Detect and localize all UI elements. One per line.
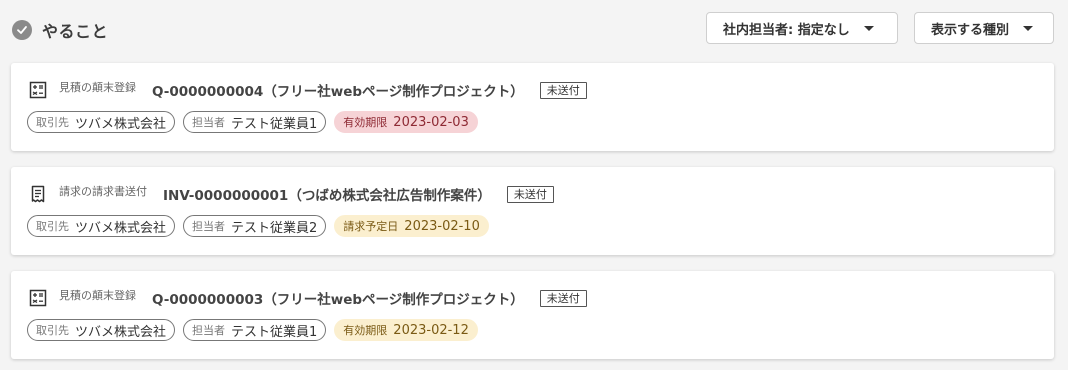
task-card[interactable]: 請求の請求書送付 INV-0000000001（つばめ株式会社広告制作案件） 未… <box>11 167 1054 255</box>
task-card[interactable]: 見積の顛末登録 Q-0000000003（フリー社webページ制作プロジェクト）… <box>11 271 1054 359</box>
billing-date-chip: 請求予定日 2023-02-10 <box>334 215 489 237</box>
kind-filter-label: 表示する種別 <box>931 22 1010 38</box>
calculator-icon <box>29 81 47 99</box>
assignee-filter-label: 社内担当者: 指定なし <box>723 22 850 38</box>
document-title-link[interactable]: Q-0000000004（フリー社webページ制作プロジェクト） <box>152 80 524 100</box>
assignee-value: テスト従業員1 <box>231 324 318 340</box>
assignee-value: テスト従業員1 <box>231 116 318 132</box>
status-badge: 未送付 <box>539 289 587 307</box>
status-badge: 未送付 <box>506 185 554 203</box>
client-key: 取引先 <box>36 220 69 233</box>
assignee-value: テスト従業員2 <box>231 220 318 236</box>
deadline-key: 有効期限 <box>343 324 388 337</box>
assignee-chip: 担当者 テスト従業員2 <box>183 215 327 237</box>
document-title-link[interactable]: INV-0000000001（つばめ株式会社広告制作案件） <box>163 184 491 204</box>
task-type-label: 請求の請求書送付 <box>59 185 147 198</box>
check-circle-icon <box>12 20 32 40</box>
deadline-value: 2023-02-12 <box>393 322 469 338</box>
assignee-key: 担当者 <box>192 116 226 129</box>
task-card[interactable]: 見積の顛末登録 Q-0000000004（フリー社webページ制作プロジェクト）… <box>11 63 1054 151</box>
deadline-key: 有効期限 <box>343 116 388 129</box>
client-chip: 取引先 ツバメ株式会社 <box>27 215 176 237</box>
client-value: ツバメ株式会社 <box>75 324 167 340</box>
deadline-chip: 有効期限 2023-02-12 <box>334 319 478 341</box>
assignee-key: 担当者 <box>192 220 226 233</box>
deadline-value: 2023-02-03 <box>393 114 469 130</box>
task-type-label: 見積の顛末登録 <box>59 81 136 94</box>
billing-date-value: 2023-02-10 <box>404 218 480 234</box>
document-title-link[interactable]: Q-0000000003（フリー社webページ制作プロジェクト） <box>152 288 524 308</box>
assignee-chip: 担当者 テスト従業員1 <box>183 319 327 341</box>
caret-down-icon <box>863 25 874 31</box>
calculator-icon <box>29 289 47 307</box>
assignee-chip: 担当者 テスト従業員1 <box>183 111 327 133</box>
todo-title-group: やること <box>12 18 108 42</box>
kind-filter-dropdown[interactable]: 表示する種別 <box>914 12 1054 44</box>
todo-header: やること 社内担当者: 指定なし 表示する種別 <box>12 10 1056 48</box>
client-key: 取引先 <box>36 116 69 129</box>
deadline-chip: 有効期限 2023-02-03 <box>334 111 478 133</box>
client-value: ツバメ株式会社 <box>75 220 167 236</box>
task-type-label: 見積の顛末登録 <box>59 289 136 302</box>
page-title: やること <box>42 22 109 41</box>
client-chip: 取引先 ツバメ株式会社 <box>27 111 176 133</box>
assignee-filter-dropdown[interactable]: 社内担当者: 指定なし <box>706 12 898 44</box>
client-chip: 取引先 ツバメ株式会社 <box>27 319 176 341</box>
receipt-icon <box>29 185 47 203</box>
billing-date-key: 請求予定日 <box>343 220 399 233</box>
client-value: ツバメ株式会社 <box>75 116 167 132</box>
caret-down-icon <box>1023 25 1034 31</box>
client-key: 取引先 <box>36 324 69 337</box>
assignee-key: 担当者 <box>192 324 226 337</box>
status-badge: 未送付 <box>539 81 587 99</box>
